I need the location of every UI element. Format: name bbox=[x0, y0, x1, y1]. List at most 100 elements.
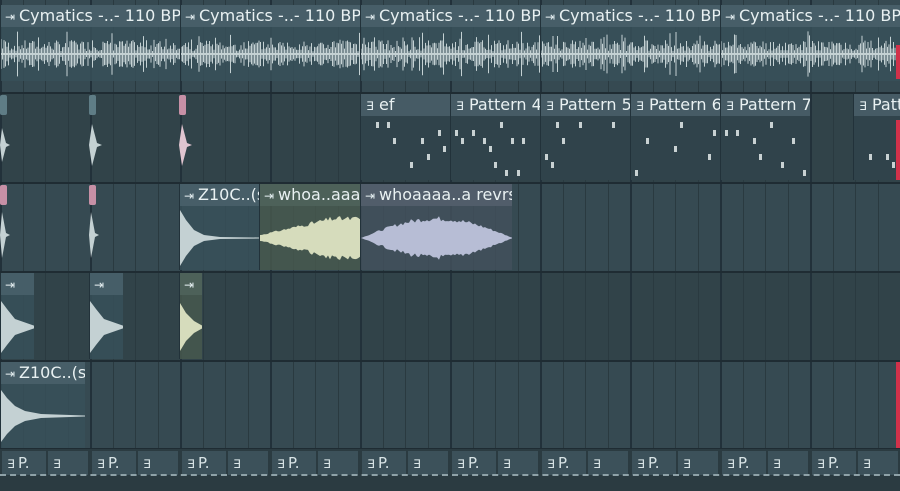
bottom-pattern-clip[interactable]: ∃ bbox=[498, 451, 538, 475]
z10c-clip-1[interactable]: ⇥Z10C..(s) bbox=[179, 184, 259, 270]
pattern-note bbox=[387, 122, 391, 128]
pattern-clip-7[interactable]: ∃ Pattern 7 bbox=[720, 94, 810, 180]
pattern-clip-4[interactable]: ∃ Pattern 4 bbox=[450, 94, 540, 180]
bottom-pattern-clip[interactable]: ∃ P. bbox=[92, 451, 136, 475]
loop-end-marker bbox=[896, 45, 900, 79]
bottom-pattern-clip[interactable]: ∃ P. bbox=[812, 451, 856, 475]
bottom-pattern-clip[interactable]: ∃ P. bbox=[182, 451, 226, 475]
clip-label: Cymatics -..- 110 BPM bbox=[739, 6, 900, 25]
pattern-clip-icon: ∃ bbox=[546, 99, 554, 113]
audio-clip-icon: ⇥ bbox=[183, 278, 195, 292]
track-divider bbox=[0, 360, 900, 362]
waveform bbox=[1, 31, 180, 77]
pattern-note bbox=[376, 122, 380, 128]
hit-clip-1[interactable]: ⇥ bbox=[0, 273, 34, 359]
pattern-notes bbox=[541, 116, 630, 180]
pattern-clip-icon: ∃ bbox=[503, 457, 511, 471]
whoa-clip[interactable]: ⇥ whoa..aaa bbox=[259, 184, 360, 270]
bottom-pattern-clip[interactable]: ∃ P. bbox=[632, 451, 676, 475]
pattern-note bbox=[471, 130, 475, 136]
playlist-area[interactable]: ⇥ Cymatics -..- 110 BPM ⇥ Cymatics -..- 11… bbox=[0, 0, 900, 491]
pattern-notes bbox=[631, 116, 720, 180]
bottom-pattern-clip[interactable]: ∃ bbox=[408, 451, 448, 475]
pattern-clip-icon: ∃ bbox=[859, 99, 867, 113]
cymatics-clip-2[interactable]: ⇥ Cymatics -..- 110 BPM bbox=[180, 5, 360, 81]
bottom-pattern-clip[interactable]: ∃ P. bbox=[2, 451, 46, 475]
loop-end-marker bbox=[896, 362, 900, 448]
clip-label: Pattern 4 bbox=[469, 95, 540, 114]
pattern-note bbox=[494, 162, 498, 168]
hit-waveform bbox=[0, 212, 10, 258]
pattern-note bbox=[561, 138, 565, 144]
pattern-note bbox=[409, 162, 413, 168]
pattern-note bbox=[483, 138, 486, 144]
pattern-clip-6[interactable]: ∃ Pattern 6 bbox=[630, 94, 720, 180]
bottom-pattern-clip[interactable]: ∃ bbox=[858, 451, 898, 475]
bottom-pattern-clip[interactable]: ∃ P. bbox=[362, 451, 406, 475]
pattern-note bbox=[679, 122, 683, 128]
clip-label: Pattern 6 bbox=[649, 95, 720, 114]
bottom-pattern-clip[interactable]: ∃ bbox=[228, 451, 268, 475]
cymatics-clip-4[interactable]: ⇥ Cymatics -..- 110 BPM bbox=[540, 5, 720, 81]
waveform bbox=[361, 216, 512, 260]
bottom-pattern-clip[interactable]: ∃ bbox=[318, 451, 358, 475]
pattern-note bbox=[769, 122, 773, 128]
pattern-note bbox=[455, 130, 458, 136]
pattern-clip-5[interactable]: ∃ Pattern 5 bbox=[540, 94, 630, 180]
bottom-pattern-clip[interactable]: ∃ P. bbox=[722, 451, 766, 475]
hit-clip-3[interactable]: ⇥ bbox=[179, 273, 202, 359]
pattern-clip-icon: ∃ bbox=[277, 457, 285, 471]
pattern-clip-icon: ∃ bbox=[457, 457, 465, 471]
pattern-clip-icon: ∃ bbox=[53, 457, 61, 471]
pattern-note bbox=[803, 170, 807, 176]
pattern-note bbox=[550, 162, 554, 168]
cymatics-clip-5[interactable]: ⇥ Cymatics -..- 110 BPM bbox=[720, 5, 900, 81]
pattern-clip-icon: ∃ bbox=[456, 99, 464, 113]
waveform bbox=[541, 32, 720, 76]
pattern-clip-icon: ∃ bbox=[637, 457, 645, 471]
waveform bbox=[1, 301, 34, 353]
pattern-clip-partial[interactable]: ∃ Patt bbox=[853, 94, 900, 180]
pattern-note bbox=[426, 154, 430, 160]
clip-label: whoaaaa..a revrse bbox=[379, 185, 512, 204]
clip-label: Cymatics -..- 110 BPM bbox=[19, 6, 180, 25]
pattern-note bbox=[674, 146, 678, 152]
bottom-pattern-clip[interactable]: ∃ P. bbox=[272, 451, 316, 475]
bottom-pattern-clip[interactable]: ∃ bbox=[138, 451, 178, 475]
waveform bbox=[180, 303, 202, 351]
clip-label: Cymatics -..- 110 BPM bbox=[379, 6, 540, 25]
waveform bbox=[1, 390, 85, 442]
clip-label: P. bbox=[378, 454, 390, 472]
pattern-notes bbox=[721, 116, 810, 180]
pattern-note bbox=[505, 170, 509, 176]
z10c-clip-2[interactable]: ⇥Z10C..(s) bbox=[0, 362, 85, 448]
bottom-pattern-clip[interactable]: ∃ bbox=[588, 451, 628, 475]
whoa-reverse-clip[interactable]: ⇥ whoaaaa..a revrse bbox=[360, 184, 512, 270]
clip-label: P. bbox=[198, 454, 210, 472]
pattern-note bbox=[753, 138, 756, 144]
cymatics-clip-1[interactable]: ⇥ Cymatics -..- 110 BPM bbox=[0, 5, 180, 81]
hit-clip-2[interactable]: ⇥ bbox=[89, 273, 123, 359]
cymatics-clip-3[interactable]: ⇥ Cymatics -..- 110 BPM bbox=[360, 5, 540, 81]
hit-waveform bbox=[0, 128, 10, 162]
pattern-note bbox=[725, 130, 728, 136]
bottom-pattern-clip[interactable]: ∃ bbox=[678, 451, 718, 475]
clip-label: Pattern 5 bbox=[559, 95, 630, 114]
bottom-pattern-clip[interactable]: ∃ bbox=[768, 451, 808, 475]
pattern-note bbox=[612, 122, 616, 128]
pattern-clip-ef[interactable]: ∃ ef bbox=[360, 94, 450, 180]
waveform bbox=[361, 31, 540, 77]
bottom-pattern-clip[interactable]: ∃ P. bbox=[452, 451, 496, 475]
bottom-pattern-clip[interactable]: ∃ bbox=[48, 451, 88, 475]
bottom-pattern-clip[interactable]: ∃ P. bbox=[542, 451, 586, 475]
pattern-clip-icon: ∃ bbox=[143, 457, 151, 471]
pattern-note bbox=[635, 170, 638, 176]
audio-clip-icon: ⇥ bbox=[183, 189, 195, 203]
pattern-clip-icon: ∃ bbox=[773, 457, 781, 471]
pattern-note bbox=[460, 138, 464, 144]
clip-label: P. bbox=[288, 454, 300, 472]
pattern-clip-icon: ∃ bbox=[593, 457, 601, 471]
pattern-note bbox=[488, 146, 492, 152]
clip-label: P. bbox=[828, 454, 840, 472]
audio-clip-icon: ⇥ bbox=[4, 278, 16, 292]
